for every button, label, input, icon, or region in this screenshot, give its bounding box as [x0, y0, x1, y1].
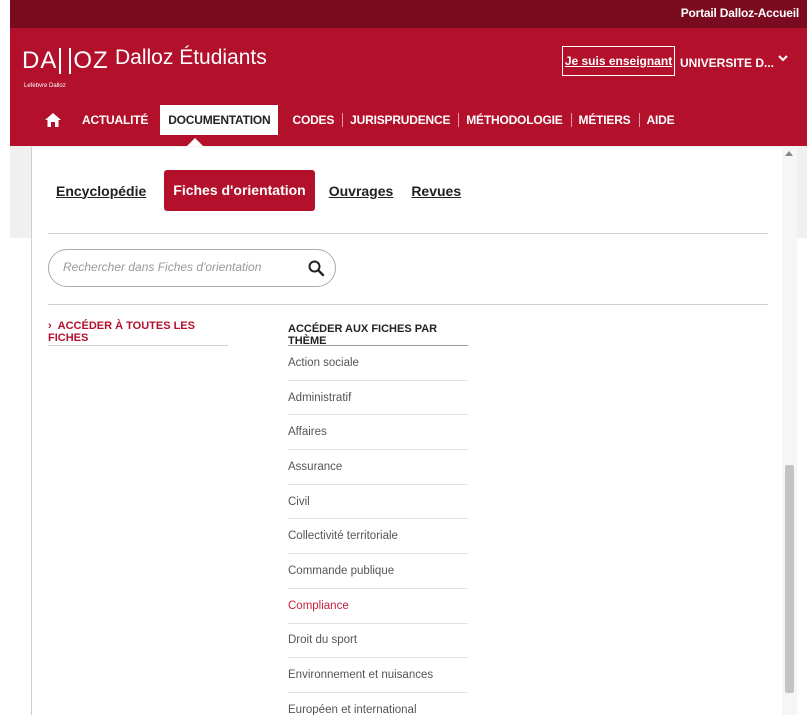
nav-item-metiers[interactable]: MÉTIERS: [570, 105, 639, 135]
header: DA OZ Lefebvre Dalloz Dalloz Étudiants Je…: [10, 28, 807, 146]
search-box: [48, 249, 336, 287]
theme-item-highlighted[interactable]: Compliance: [288, 589, 468, 624]
divider: [48, 233, 768, 234]
theme-item[interactable]: Assurance: [288, 450, 468, 485]
scroll-up-icon[interactable]: [785, 151, 793, 156]
scrollbar[interactable]: [782, 147, 797, 715]
theme-item[interactable]: Civil: [288, 485, 468, 520]
main-nav: ACTUALITÉ DOCUMENTATION CODES JURISPRUDE…: [20, 105, 682, 135]
nav-item-codes[interactable]: CODES: [284, 105, 342, 135]
tab-encyclopedie[interactable]: Encyclopédie: [56, 183, 146, 199]
scroll-thumb[interactable]: [785, 465, 794, 693]
top-strip: Portail Dalloz-Accueil: [10, 0, 807, 28]
nav-item-jurisprudence[interactable]: JURISPRUDENCE: [342, 105, 458, 135]
all-sheets-link[interactable]: › ACCÉDER À TOUTES LES FICHES: [48, 320, 228, 346]
all-sheets-label: ACCÉDER À TOUTES LES FICHES: [48, 320, 195, 344]
theme-item[interactable]: Administratif: [288, 381, 468, 416]
nav-item-aide[interactable]: AIDE: [638, 105, 683, 135]
logo-subtitle: Lefebvre Dalloz: [24, 83, 66, 89]
nav-item-documentation[interactable]: DOCUMENTATION: [160, 105, 279, 135]
theme-item[interactable]: Collectivité territoriale: [288, 519, 468, 555]
search-icon[interactable]: [307, 259, 325, 277]
tab-fiches-orientation[interactable]: Fiches d'orientation: [164, 170, 315, 211]
logo-left: DA: [22, 47, 58, 74]
nav-item-methodologie[interactable]: MÉTHODOLOGIE: [458, 105, 570, 135]
logo-right: OZ: [73, 47, 109, 74]
divider: [48, 304, 768, 305]
theme-item[interactable]: Commande publique: [288, 554, 468, 589]
teacher-button[interactable]: Je suis enseignant: [562, 46, 675, 76]
tab-revues[interactable]: Revues: [411, 183, 461, 199]
documentation-dropdown-panel: Encyclopédie Fiches d'orientation Ouvrag…: [31, 147, 797, 715]
tab-ouvrages[interactable]: Ouvrages: [329, 183, 394, 199]
site-name[interactable]: Dalloz Étudiants: [115, 46, 267, 70]
chevron-down-icon[interactable]: [778, 53, 788, 63]
theme-item[interactable]: Action sociale: [288, 346, 468, 381]
theme-item[interactable]: Affaires: [288, 415, 468, 451]
university-menu[interactable]: UNIVERSITE D...: [680, 56, 774, 70]
theme-item[interactable]: Environnement et nuisances: [288, 658, 468, 693]
portal-link[interactable]: Portail Dalloz-Accueil: [681, 6, 799, 20]
dalloz-logo[interactable]: DA OZ: [22, 48, 109, 74]
themes-heading: ACCÉDER AUX FICHES PAR THÈME: [288, 319, 468, 347]
search-input[interactable]: [63, 260, 293, 274]
nav-item-actualite[interactable]: ACTUALITÉ: [74, 105, 156, 135]
home-icon[interactable]: [44, 111, 62, 129]
chevron-right-icon: ›: [48, 320, 52, 332]
logo-bars: [59, 48, 72, 74]
documentation-tabs: Encyclopédie Fiches d'orientation Ouvrag…: [56, 170, 479, 211]
theme-item[interactable]: Européen et international: [288, 693, 468, 715]
themes-list: Action sociale Administratif Affaires As…: [288, 346, 468, 715]
theme-item[interactable]: Droit du sport: [288, 624, 468, 659]
